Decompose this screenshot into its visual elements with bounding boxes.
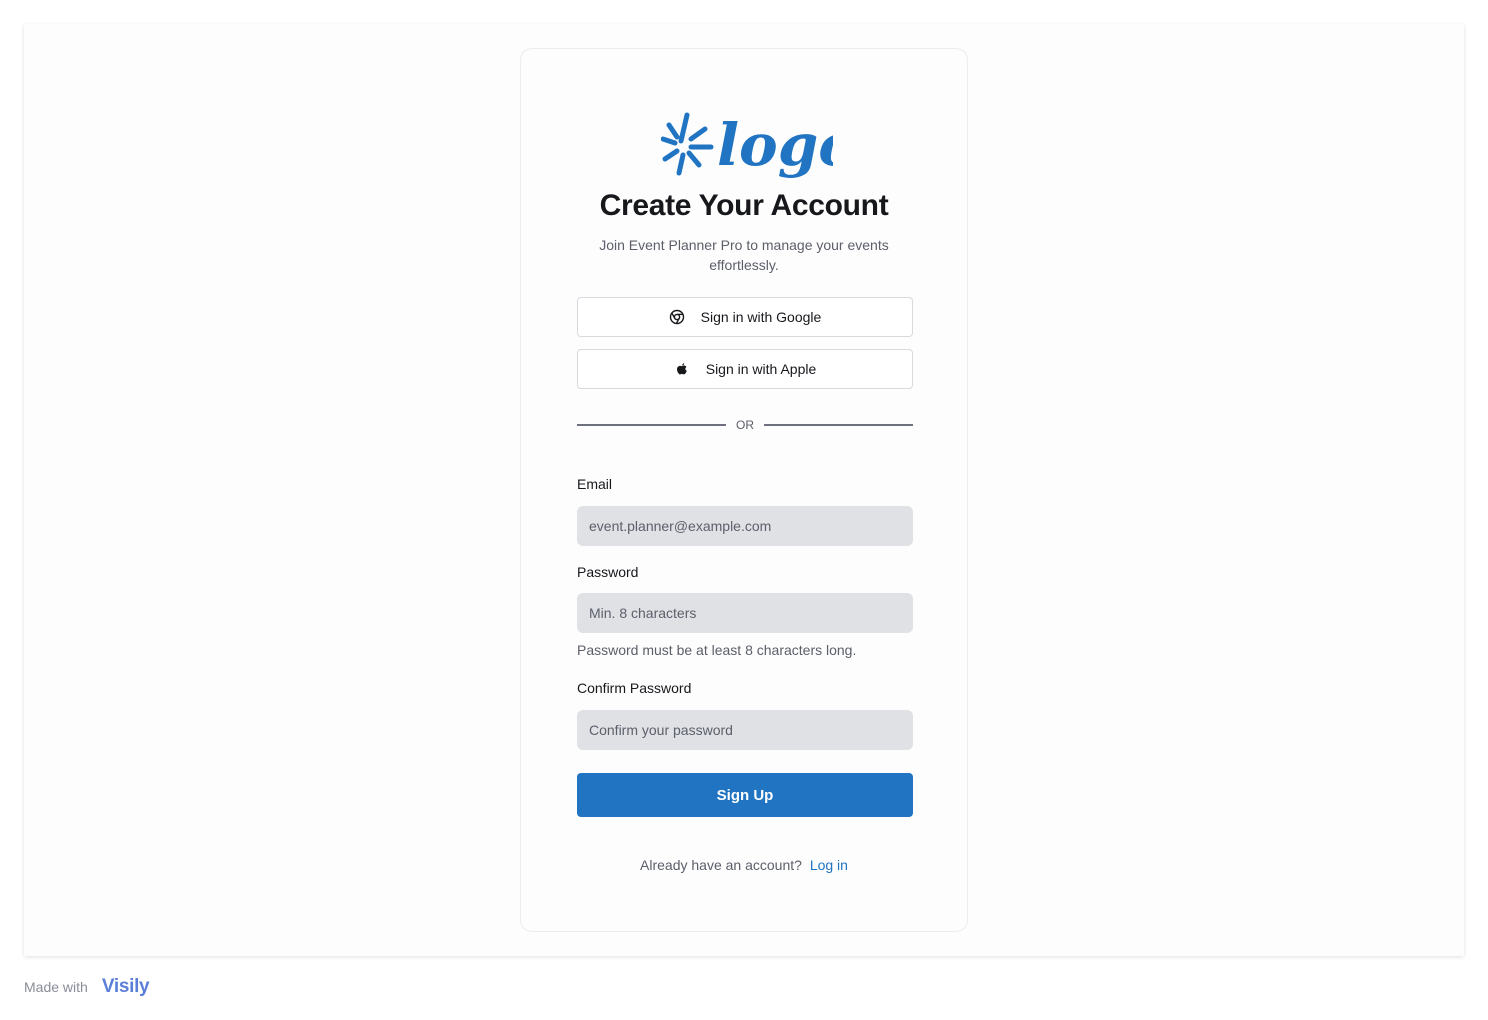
page-subtitle: Join Event Planner Pro to manage your ev… xyxy=(599,237,889,273)
chrome-icon xyxy=(669,309,685,325)
logo-mark-icon xyxy=(661,112,714,176)
google-signin-label: Sign in with Google xyxy=(700,309,822,325)
divider-line-right xyxy=(764,424,913,426)
divider-line-left xyxy=(577,424,726,426)
google-signin-button[interactable]: Sign in with Google xyxy=(577,297,913,337)
page-frame: logo Create Your Account Join Event Plan… xyxy=(24,24,1464,956)
logo: logo xyxy=(661,111,833,179)
or-divider: OR xyxy=(577,417,913,433)
svg-text:logo: logo xyxy=(717,111,833,179)
visily-logo-icon xyxy=(94,976,102,998)
email-field[interactable] xyxy=(577,506,913,546)
email-label: Email xyxy=(577,476,613,492)
confirm-password-label: Confirm Password xyxy=(577,680,692,696)
signup-card: logo Create Your Account Join Event Plan… xyxy=(520,48,968,932)
visily-brand: Visily xyxy=(94,976,150,998)
page-title: Create Your Account xyxy=(599,189,889,222)
visily-brand-text: Visily xyxy=(101,976,150,997)
sign-up-button[interactable]: Sign Up xyxy=(577,773,913,817)
apple-signin-button[interactable]: Sign in with Apple xyxy=(577,349,913,389)
login-prompt: Already have an account? Log in xyxy=(521,857,967,873)
password-label: Password xyxy=(577,564,639,580)
login-link[interactable]: Log in xyxy=(810,857,848,873)
apple-signin-label: Sign in with Apple xyxy=(705,361,817,377)
divider-label: OR xyxy=(736,418,754,432)
apple-icon xyxy=(674,361,690,377)
login-prompt-text: Already have an account? xyxy=(640,857,802,873)
password-hint: Password must be at least 8 characters l… xyxy=(577,642,857,658)
password-field[interactable] xyxy=(577,593,913,633)
confirm-password-field[interactable] xyxy=(577,710,913,750)
made-with-text: Made with xyxy=(24,979,88,995)
made-with-badge[interactable]: Made with Visily xyxy=(24,972,150,1002)
